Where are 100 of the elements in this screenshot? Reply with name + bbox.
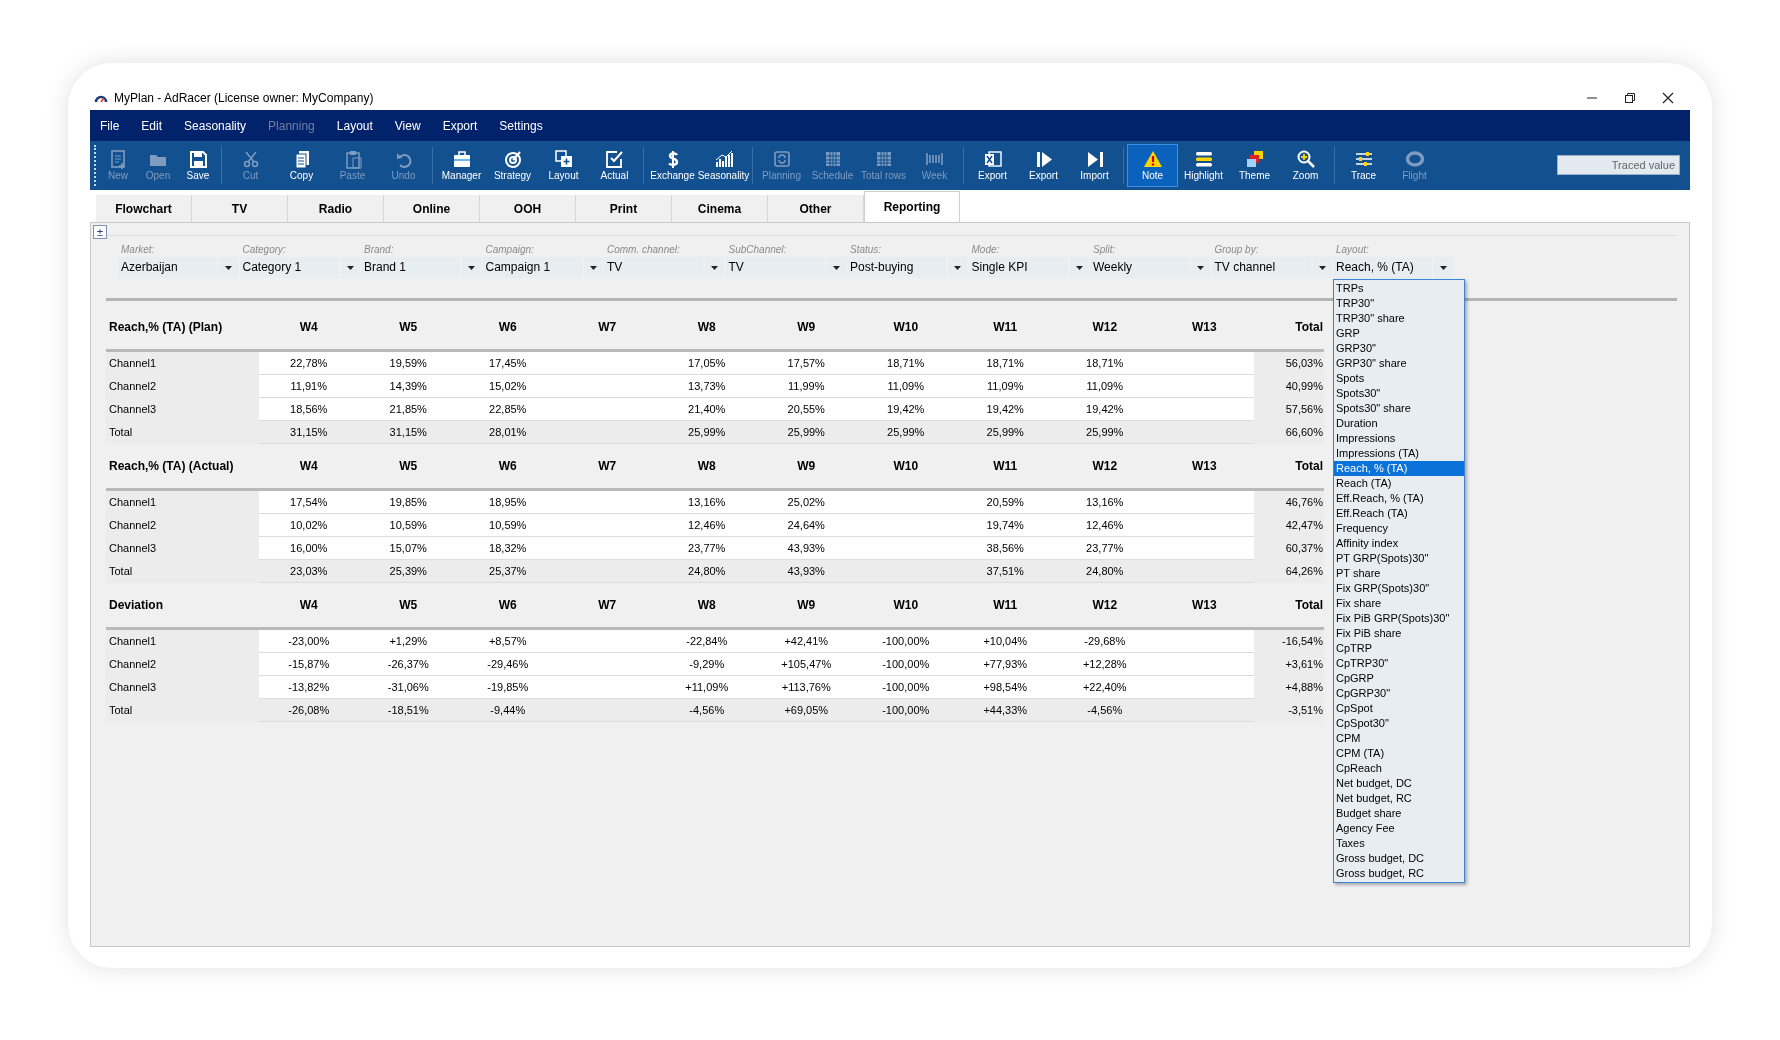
dropdown-arrow-button[interactable] bbox=[948, 257, 967, 278]
tab[interactable]: Online bbox=[384, 195, 480, 222]
dropdown-field[interactable]: TV bbox=[725, 257, 825, 278]
tab[interactable]: OOH bbox=[480, 195, 576, 222]
dropdown-option[interactable]: CpGRP bbox=[1334, 671, 1464, 686]
dropdown-option[interactable]: CpTRP bbox=[1334, 641, 1464, 656]
dropdown-option[interactable]: CpGRP30" bbox=[1334, 686, 1464, 701]
table-cell-text: -9,44% bbox=[489, 703, 527, 718]
toolbar-button[interactable]: Zoom bbox=[1280, 144, 1331, 187]
dropdown-option[interactable]: Gross budget, RC bbox=[1334, 866, 1464, 881]
tab[interactable]: Cinema bbox=[672, 195, 768, 222]
dropdown-option[interactable]: TRP30" share bbox=[1334, 311, 1464, 326]
menu-item[interactable]: Settings bbox=[499, 116, 543, 135]
dropdown-option[interactable]: Agency Fee bbox=[1334, 821, 1464, 836]
menu-item[interactable]: File bbox=[100, 116, 120, 135]
dropdown-arrow-button[interactable] bbox=[1312, 257, 1332, 278]
dropdown-option[interactable]: Impressions bbox=[1334, 431, 1464, 446]
dropdown-option[interactable]: Fix PiB GRP(Spots)30" bbox=[1334, 611, 1464, 626]
dropdown-option[interactable]: TRPs bbox=[1334, 281, 1464, 296]
menu-item[interactable]: View bbox=[394, 116, 421, 135]
toolbar-button[interactable]: Trace bbox=[1338, 144, 1389, 187]
dropdown-field[interactable]: TV bbox=[604, 257, 703, 278]
dropdown-option[interactable]: Net budget, RC bbox=[1334, 791, 1464, 806]
dropdown-option[interactable]: Affinity index bbox=[1334, 536, 1464, 551]
toolbar-button[interactable]: Note bbox=[1127, 144, 1178, 187]
dropdown-option[interactable]: Budget share bbox=[1334, 806, 1464, 821]
close-icon[interactable] bbox=[1662, 91, 1674, 104]
dropdown-option[interactable]: Net budget, DC bbox=[1334, 776, 1464, 791]
dropdown-option[interactable]: PT GRP(Spots)30" bbox=[1334, 551, 1464, 566]
tab[interactable]: Other bbox=[768, 195, 864, 222]
dropdown-option[interactable]: GRP30" share bbox=[1334, 356, 1464, 371]
dropdown-option[interactable]: Spots30" share bbox=[1334, 401, 1464, 416]
toolbar-button[interactable]: Seasonality bbox=[698, 144, 749, 187]
toolbar-button[interactable]: Actual bbox=[589, 144, 640, 187]
dropdown-option[interactable]: TRP30" bbox=[1334, 296, 1464, 311]
dropdown-option[interactable]: CpTRP30" bbox=[1334, 656, 1464, 671]
dropdown-arrow-button[interactable] bbox=[705, 257, 724, 278]
menu-item[interactable]: Edit bbox=[141, 116, 163, 135]
dropdown-option[interactable]: CpReach bbox=[1334, 761, 1464, 776]
dropdown-option[interactable]: CPM (TA) bbox=[1334, 746, 1464, 761]
dropdown-arrow-button[interactable] bbox=[462, 257, 481, 278]
traced-value-field[interactable]: Traced value bbox=[1557, 155, 1680, 175]
restore-icon[interactable] bbox=[1624, 91, 1636, 104]
toolbar-button[interactable]: Exchange bbox=[647, 144, 698, 187]
dropdown-field[interactable]: Single KPI bbox=[968, 257, 1068, 278]
dropdown-option[interactable]: Impressions (TA) bbox=[1334, 446, 1464, 461]
toolbar-button[interactable]: Theme bbox=[1229, 144, 1280, 187]
dropdown-field[interactable]: Post-buying bbox=[847, 257, 946, 278]
dropdown-option[interactable]: Spots bbox=[1334, 371, 1464, 386]
dropdown-option[interactable]: Duration bbox=[1334, 416, 1464, 431]
dropdown-arrow-button[interactable] bbox=[1191, 257, 1210, 278]
dropdown-option[interactable]: Reach, % (TA) bbox=[1334, 461, 1464, 476]
menu-item[interactable]: Seasonality bbox=[184, 116, 247, 135]
dropdown-option[interactable]: CpSpot30" bbox=[1334, 716, 1464, 731]
tab[interactable]: Print bbox=[576, 195, 672, 222]
dropdown-arrow-button[interactable] bbox=[219, 257, 238, 278]
dropdown-field[interactable]: Reach, % (TA) bbox=[1333, 257, 1432, 278]
toolbar-button[interactable]: Import bbox=[1069, 144, 1120, 187]
dropdown-field[interactable]: Category 1 bbox=[239, 257, 339, 278]
tab[interactable]: Radio bbox=[288, 195, 384, 222]
dropdown-option[interactable]: Fix GRP(Spots)30" bbox=[1334, 581, 1464, 596]
dropdown-arrow-button[interactable] bbox=[1069, 257, 1089, 278]
dropdown-option[interactable]: PT share bbox=[1334, 566, 1464, 581]
dropdown-option[interactable]: Fix PiB share bbox=[1334, 626, 1464, 641]
dropdown-option[interactable]: Eff.Reach, % (TA) bbox=[1334, 491, 1464, 506]
dropdown-option[interactable]: GRP bbox=[1334, 326, 1464, 341]
dropdown-arrow-button[interactable] bbox=[583, 257, 603, 278]
dropdown-arrow-button[interactable] bbox=[340, 257, 360, 278]
dropdown-field[interactable]: Weekly bbox=[1090, 257, 1189, 278]
tab[interactable]: Flowchart bbox=[96, 195, 192, 222]
toolbar-button[interactable]: Save bbox=[178, 144, 218, 187]
toolbar-button[interactable]: Copy bbox=[276, 144, 327, 187]
dropdown-field[interactable]: Brand 1 bbox=[361, 257, 460, 278]
toolbar-button[interactable]: Layout bbox=[538, 144, 589, 187]
dropdown-option[interactable]: Taxes bbox=[1334, 836, 1464, 851]
dropdown-arrow-button[interactable] bbox=[1434, 257, 1453, 278]
table-cell-text: 10,59% bbox=[488, 518, 528, 533]
menu-item[interactable]: Layout bbox=[336, 116, 373, 135]
dropdown-field[interactable]: Azerbaijan bbox=[118, 257, 217, 278]
tab[interactable]: Reporting bbox=[864, 191, 960, 222]
dropdown-field[interactable]: Campaign 1 bbox=[482, 257, 582, 278]
toolbar-button[interactable]: Export bbox=[967, 144, 1018, 187]
toolbar-button[interactable]: Manager bbox=[436, 144, 487, 187]
dropdown-option[interactable]: Spots30" bbox=[1334, 386, 1464, 401]
dropdown-option[interactable]: Fix share bbox=[1334, 596, 1464, 611]
toolbar-button[interactable]: Highlight bbox=[1178, 144, 1229, 187]
tab[interactable]: TV bbox=[192, 195, 288, 222]
dropdown-option[interactable]: GRP30" bbox=[1334, 341, 1464, 356]
dropdown-option[interactable]: Gross budget, DC bbox=[1334, 851, 1464, 866]
dropdown-option[interactable]: CpSpot bbox=[1334, 701, 1464, 716]
dropdown-option[interactable]: Frequency bbox=[1334, 521, 1464, 536]
dropdown-option[interactable]: Eff.Reach (TA) bbox=[1334, 506, 1464, 521]
expand-toggle-button[interactable]: ± bbox=[93, 225, 107, 239]
dropdown-field[interactable]: TV channel bbox=[1211, 257, 1311, 278]
dropdown-option[interactable]: CPM bbox=[1334, 731, 1464, 746]
dropdown-arrow-button[interactable] bbox=[826, 257, 846, 278]
menu-item[interactable]: Export bbox=[442, 116, 478, 135]
toolbar-button[interactable]: Export bbox=[1018, 144, 1069, 187]
dropdown-option[interactable]: Reach (TA) bbox=[1334, 476, 1464, 491]
toolbar-button[interactable]: Strategy bbox=[487, 144, 538, 187]
